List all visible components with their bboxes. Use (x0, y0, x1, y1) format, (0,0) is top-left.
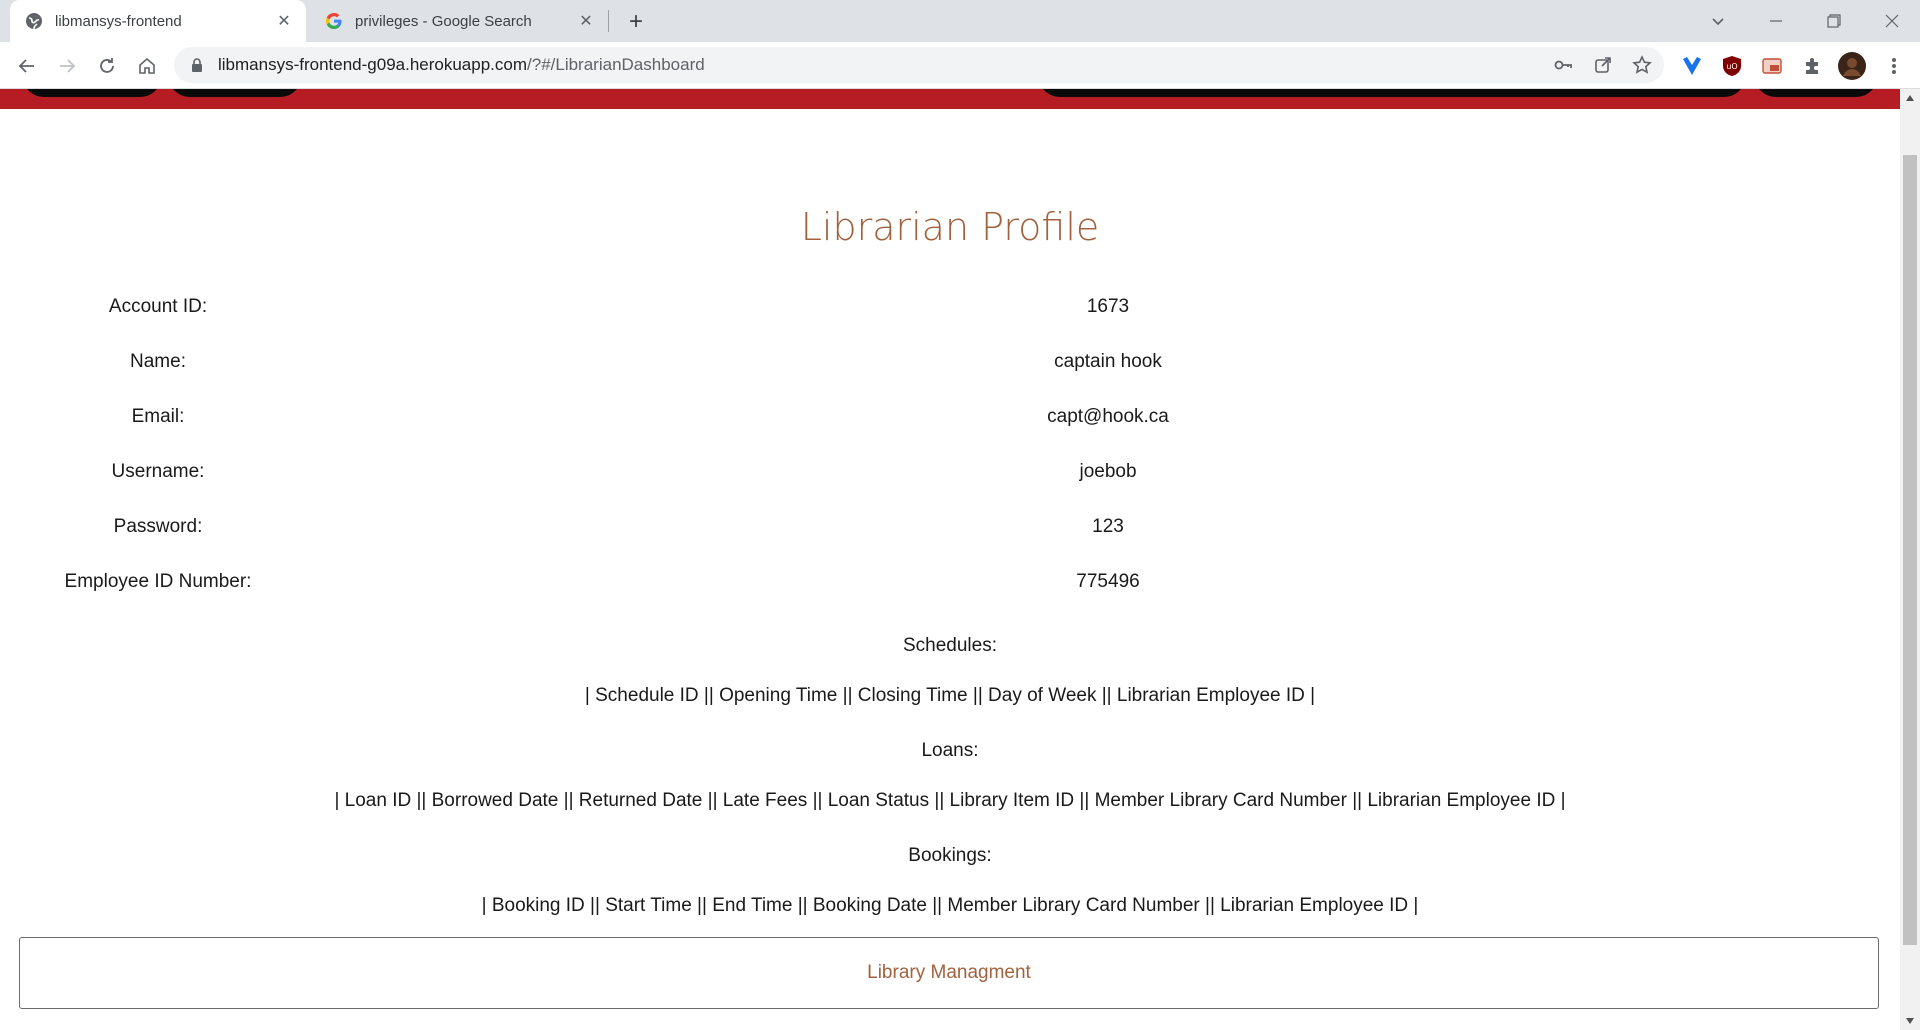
browser-toolbar: libmansys-frontend-g09a.herokuapp.com/?#… (0, 42, 1920, 89)
url-text[interactable]: libmansys-frontend-g09a.herokuapp.com/?#… (218, 55, 705, 75)
profile-avatar[interactable] (1838, 52, 1866, 80)
bookmark-star-icon[interactable] (1630, 53, 1654, 77)
tab-google-search[interactable]: privileges - Google Search ✕ (310, 0, 608, 42)
tab-libmansys[interactable]: libmansys-frontend ✕ (10, 0, 306, 42)
extensions-puzzle-icon[interactable] (1798, 52, 1826, 80)
back-icon[interactable] (11, 50, 43, 82)
scrollbar-thumb[interactable] (1903, 155, 1917, 945)
lock-icon[interactable] (188, 56, 206, 74)
username-value: joebob (1079, 461, 1137, 482)
cast-extension-icon[interactable] (1758, 52, 1786, 80)
scroll-down-arrow-icon[interactable] (1900, 1012, 1920, 1030)
tab-title: libmansys-frontend (55, 12, 182, 30)
svg-text:uO: uO (1726, 62, 1737, 71)
url-path: /?#/LibrarianDashboard (527, 55, 705, 74)
ublock-icon[interactable]: uO (1718, 52, 1746, 80)
page-scrollbar[interactable] (1900, 89, 1920, 1030)
tab-title: privileges - Google Search (355, 12, 532, 30)
page-title: Librarian Profile (800, 205, 1100, 249)
email-value: capt@hook.ca (1047, 406, 1169, 427)
page-content: Librarian Profile Account ID: 1673 Name:… (0, 89, 1900, 1030)
password-label: Password: (113, 516, 203, 537)
loans-table-header: | Loan ID || Borrowed Date || Returned D… (334, 790, 1566, 811)
top-navbar (0, 89, 1900, 109)
nav-search-bar[interactable] (1038, 89, 1746, 97)
share-icon[interactable] (1591, 53, 1615, 77)
tab-separator (608, 10, 609, 32)
employee-id-label: Employee ID Number: (64, 571, 252, 592)
address-bar[interactable]: libmansys-frontend-g09a.herokuapp.com/?#… (174, 47, 1664, 83)
new-tab-button[interactable]: + (622, 8, 650, 36)
loans-label: Loans: (921, 740, 979, 761)
minimize-icon[interactable] (1748, 0, 1804, 42)
close-tab-icon[interactable]: ✕ (272, 9, 296, 33)
globe-icon (25, 12, 43, 30)
footer-text: Library Managment (867, 962, 1031, 983)
google-icon (325, 12, 343, 30)
nav-button[interactable] (168, 89, 302, 97)
home-icon[interactable] (131, 50, 163, 82)
close-window-icon[interactable] (1864, 0, 1920, 42)
account-id-value: 1673 (1086, 296, 1130, 317)
name-label: Name: (130, 351, 186, 372)
username-label: Username: (111, 461, 205, 482)
schedules-label: Schedules: (902, 635, 997, 656)
bookings-table-header: | Booking ID || Start Time || End Time |… (481, 895, 1419, 916)
nav-button[interactable] (1754, 89, 1878, 97)
name-value: captain hook (1054, 351, 1162, 372)
footer: Library Managment (19, 937, 1879, 1009)
email-label: Email: (131, 406, 185, 427)
url-host: libmansys-frontend-g09a.herokuapp.com (218, 55, 528, 74)
tab-strip: libmansys-frontend ✕ privileges - Google… (0, 0, 1920, 42)
key-icon[interactable] (1551, 53, 1575, 77)
schedules-table-header: | Schedule ID || Opening Time || Closing… (584, 685, 1316, 706)
reload-icon[interactable] (91, 50, 123, 82)
account-id-label: Account ID: (108, 296, 208, 317)
kebab-menu-icon[interactable] (1880, 52, 1908, 80)
password-value: 123 (1092, 516, 1124, 537)
bookings-label: Bookings: (908, 845, 992, 866)
nav-button[interactable] (22, 89, 162, 97)
restore-icon[interactable] (1806, 0, 1862, 42)
extension-shield-icon[interactable] (1678, 52, 1706, 80)
close-tab-icon[interactable]: ✕ (574, 9, 598, 33)
employee-id-value: 775496 (1076, 571, 1140, 592)
forward-icon[interactable] (51, 50, 83, 82)
tab-search-icon[interactable] (1690, 0, 1746, 42)
scroll-up-arrow-icon[interactable] (1900, 89, 1920, 107)
